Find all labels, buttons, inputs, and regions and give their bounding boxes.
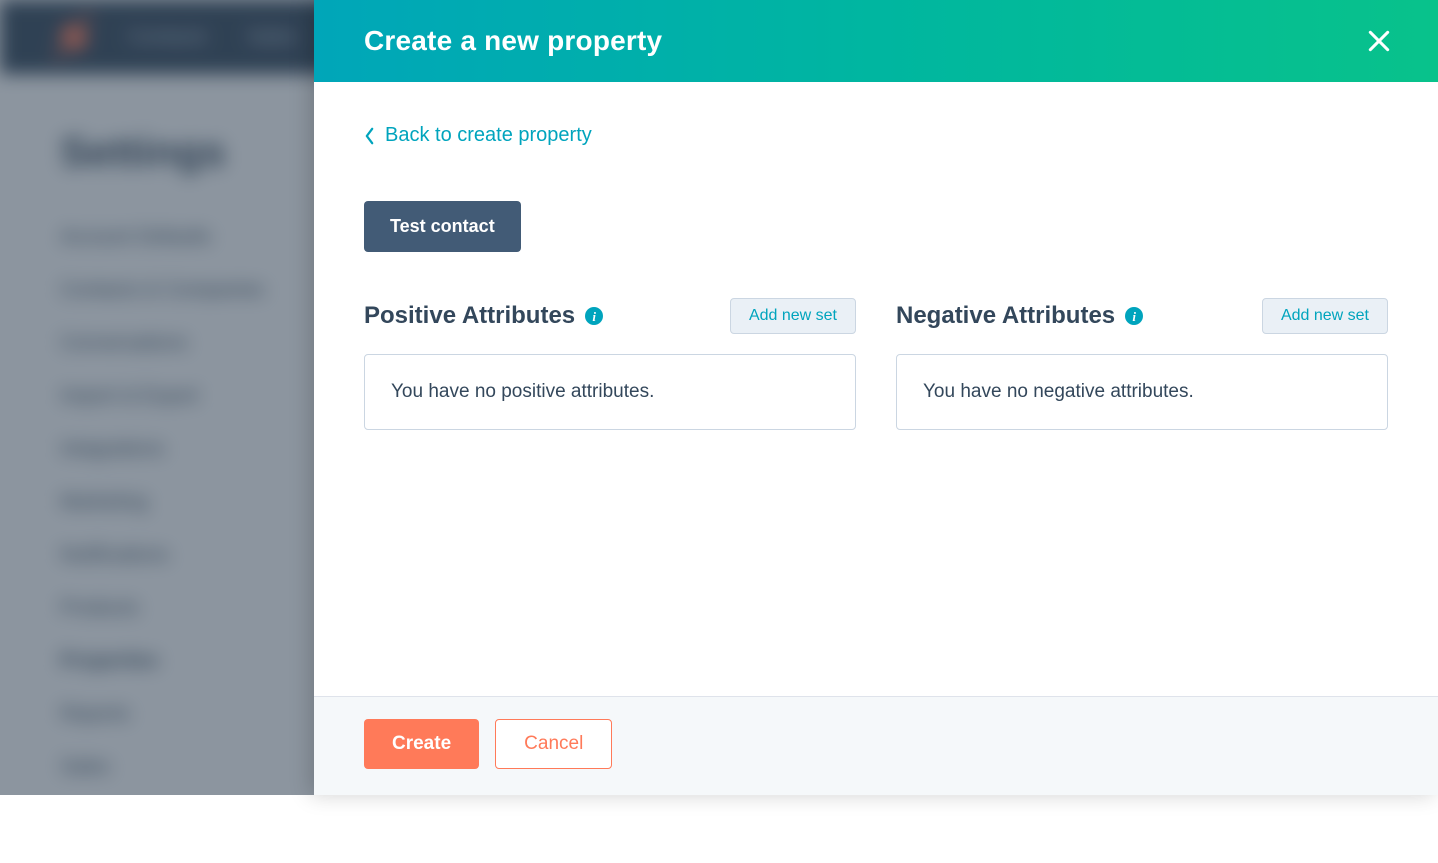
chevron-left-icon: [364, 127, 375, 145]
negative-empty-state: You have no negative attributes.: [896, 354, 1388, 430]
negative-attributes-column: Negative Attributes i Add new set You ha…: [896, 298, 1388, 430]
attributes-columns: Positive Attributes i Add new set You ha…: [364, 298, 1388, 430]
panel-body: Back to create property Test contact Pos…: [314, 82, 1438, 696]
create-property-panel: Create a new property Back to create pro…: [314, 0, 1438, 795]
cancel-button[interactable]: Cancel: [495, 719, 612, 769]
back-link[interactable]: Back to create property: [364, 124, 592, 147]
panel-header: Create a new property: [314, 0, 1438, 82]
panel-footer: Create Cancel: [314, 696, 1438, 795]
add-negative-set-button[interactable]: Add new set: [1262, 298, 1388, 334]
positive-attributes-title: Positive Attributes: [364, 302, 575, 330]
test-contact-button[interactable]: Test contact: [364, 201, 521, 252]
close-button[interactable]: [1364, 26, 1394, 56]
panel-title: Create a new property: [364, 25, 662, 57]
positive-empty-state: You have no positive attributes.: [364, 354, 856, 430]
info-icon[interactable]: i: [585, 307, 603, 325]
negative-attributes-title: Negative Attributes: [896, 302, 1115, 330]
close-icon: [1366, 28, 1392, 54]
info-icon[interactable]: i: [1125, 307, 1143, 325]
positive-attributes-column: Positive Attributes i Add new set You ha…: [364, 298, 856, 430]
back-link-label: Back to create property: [385, 124, 592, 147]
create-button[interactable]: Create: [364, 719, 479, 769]
add-positive-set-button[interactable]: Add new set: [730, 298, 856, 334]
